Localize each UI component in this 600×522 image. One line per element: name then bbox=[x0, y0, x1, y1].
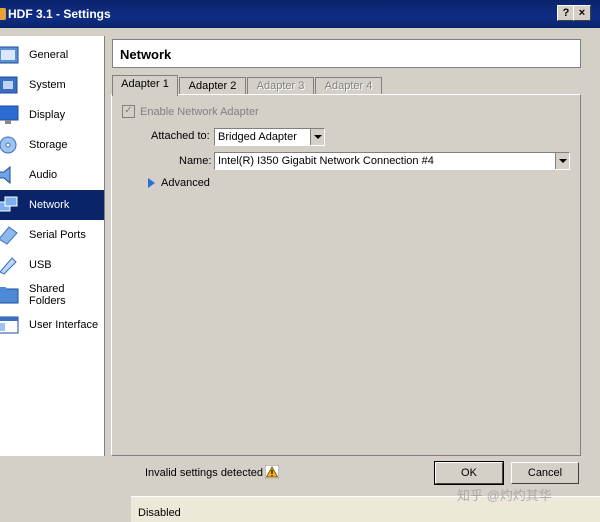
page-title: Network bbox=[120, 47, 172, 62]
name-label: Name: bbox=[179, 155, 212, 167]
sidebar-item-label: System bbox=[29, 79, 66, 91]
sidebar-item-general[interactable]: General bbox=[0, 40, 104, 70]
sidebar-item-shared-folders[interactable]: Shared Folders bbox=[0, 280, 104, 310]
serial-ports-icon bbox=[0, 226, 18, 245]
watermark: 知乎 @灼灼其华 bbox=[457, 488, 552, 503]
attached-to-value: Bridged Adapter bbox=[218, 131, 297, 143]
network-icon bbox=[0, 196, 18, 212]
page-header: Network bbox=[112, 39, 581, 68]
adapter-panel bbox=[111, 94, 581, 456]
enable-adapter-checkbox[interactable]: ✓ bbox=[122, 105, 135, 118]
sidebar-item-audio[interactable]: Audio bbox=[0, 160, 104, 190]
title-bar[interactable]: HDF 3.1 - Settings ? × bbox=[0, 0, 600, 28]
sidebar-item-system[interactable]: System bbox=[0, 70, 104, 100]
status-message: Invalid settings detected bbox=[145, 467, 264, 479]
background-status: Disabled bbox=[138, 507, 181, 519]
cancel-button[interactable]: Cancel bbox=[511, 462, 579, 484]
adapter-name-select[interactable]: Intel(R) I350 Gigabit Network Connection… bbox=[214, 152, 570, 170]
shared-folders-icon bbox=[0, 287, 19, 304]
storage-icon bbox=[0, 136, 17, 154]
settings-sidebar: General System Display Storage Audio Net… bbox=[0, 36, 105, 456]
sidebar-item-network[interactable]: Network bbox=[0, 190, 104, 220]
audio-icon bbox=[0, 165, 11, 185]
tab-adapter-3: Adapter 3 bbox=[247, 77, 314, 95]
sidebar-item-storage[interactable]: Storage bbox=[0, 130, 104, 160]
app-icon bbox=[0, 8, 6, 20]
close-button[interactable]: × bbox=[573, 5, 591, 21]
sidebar-item-label: Serial Ports bbox=[29, 229, 86, 241]
sidebar-item-display[interactable]: Display bbox=[0, 100, 104, 130]
display-icon bbox=[0, 105, 19, 124]
sidebar-item-label: Audio bbox=[29, 169, 58, 181]
system-icon bbox=[0, 76, 18, 94]
sidebar-item-label: Network bbox=[29, 199, 70, 211]
sidebar-item-user-interface[interactable]: User Interface bbox=[0, 310, 104, 340]
user-interface-icon bbox=[0, 316, 19, 334]
window-title: HDF 3.1 - Settings bbox=[8, 7, 111, 21]
sidebar-item-serial-ports[interactable]: Serial Ports bbox=[0, 220, 104, 250]
advanced-label: Advanced bbox=[161, 177, 210, 189]
expand-arrow-icon[interactable] bbox=[148, 178, 155, 188]
advanced-toggle[interactable]: Advanced bbox=[148, 177, 210, 189]
enable-adapter-row: ✓ Enable Network Adapter bbox=[122, 105, 259, 118]
chevron-down-icon[interactable] bbox=[555, 153, 569, 169]
tab-adapter-1[interactable]: Adapter 1 bbox=[112, 75, 178, 96]
enable-adapter-label: Enable Network Adapter bbox=[140, 105, 259, 118]
ok-button[interactable]: OK bbox=[434, 461, 504, 485]
sidebar-item-label: Shared Folders bbox=[29, 283, 66, 307]
sidebar-item-label: User Interface bbox=[29, 319, 99, 331]
sidebar-item-label: Display bbox=[29, 109, 66, 121]
sidebar-item-usb[interactable]: USB bbox=[0, 250, 104, 280]
attached-to-label: Attached to: bbox=[151, 130, 210, 142]
warning-icon[interactable] bbox=[265, 465, 279, 479]
sidebar-item-label: Storage bbox=[29, 139, 68, 151]
adapter-name-value: Intel(R) I350 Gigabit Network Connection… bbox=[218, 155, 434, 167]
chevron-down-icon[interactable] bbox=[310, 129, 324, 145]
attached-to-select[interactable]: Bridged Adapter bbox=[214, 128, 325, 146]
sidebar-item-label: USB bbox=[29, 259, 52, 271]
usb-icon bbox=[0, 257, 17, 275]
tab-adapter-4: Adapter 4 bbox=[315, 77, 382, 95]
tab-adapter-2[interactable]: Adapter 2 bbox=[179, 77, 246, 95]
general-icon bbox=[0, 46, 19, 64]
sidebar-item-label: General bbox=[29, 49, 69, 61]
